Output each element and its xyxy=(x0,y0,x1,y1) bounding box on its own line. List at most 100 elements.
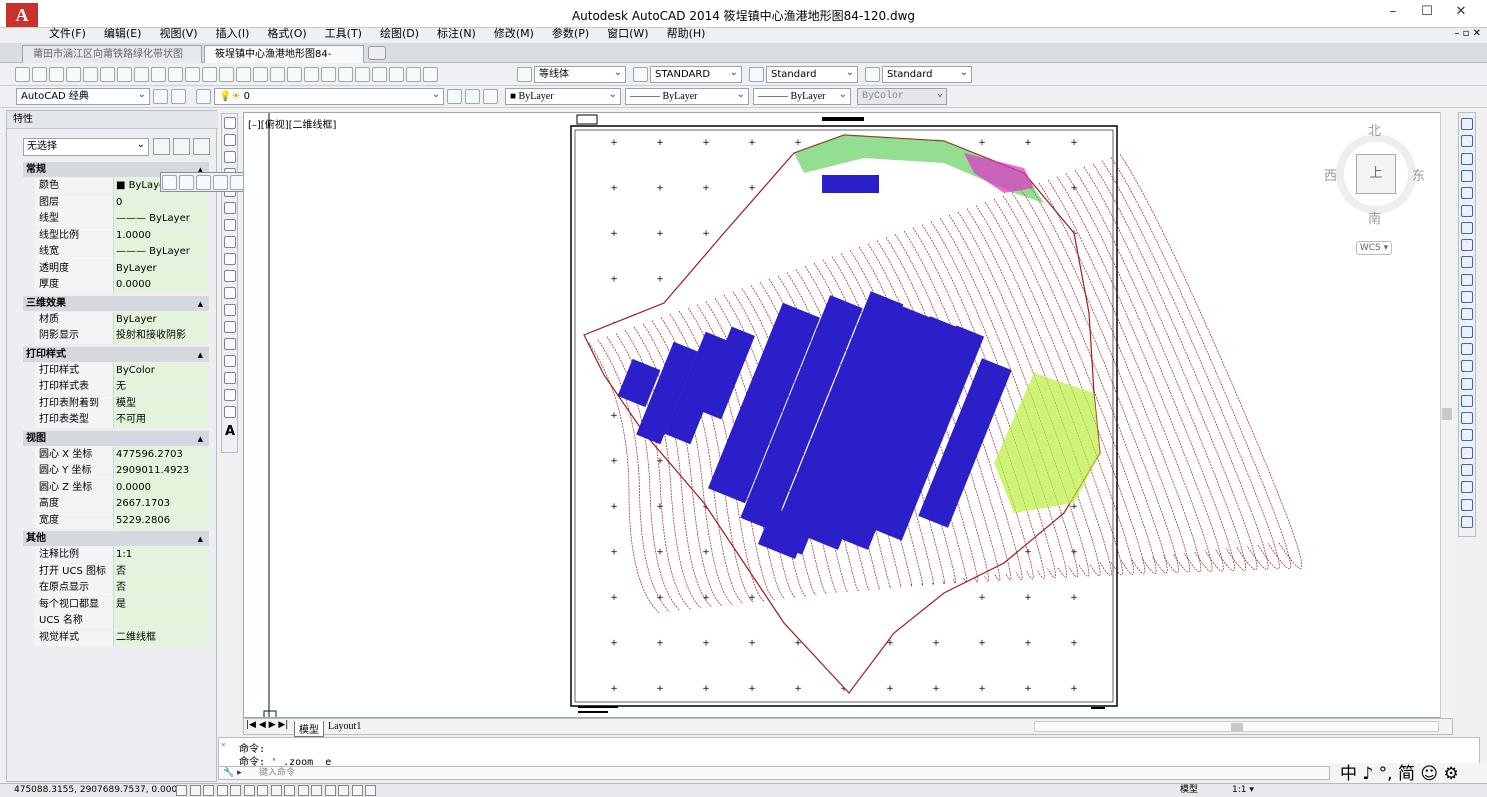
property-row[interactable]: 注释比例 1:1 xyxy=(35,547,209,563)
open-icon[interactable] xyxy=(32,67,47,82)
property-value[interactable]: 不可用 xyxy=(114,412,209,428)
menu-edit[interactable]: 编辑(E) xyxy=(95,26,151,42)
design-center-icon[interactable] xyxy=(338,67,353,82)
mdi-window-controls[interactable]: – ▫ ✕ xyxy=(1454,28,1481,39)
3dosnap-toggle[interactable] xyxy=(257,785,268,796)
mtext-icon[interactable]: A xyxy=(225,424,235,439)
compass-west[interactable]: 西 xyxy=(1324,165,1337,184)
viewcube-face[interactable]: 上 xyxy=(1356,154,1396,194)
property-row[interactable]: 阴影显示 投射和接收阴影 xyxy=(35,328,209,344)
make-current-layer-icon[interactable] xyxy=(447,89,462,104)
section-header[interactable]: 打印样式 xyxy=(23,346,209,363)
property-row[interactable]: UCS 名称 xyxy=(35,613,209,629)
property-row[interactable]: 打印样式 ByColor xyxy=(35,362,209,379)
clean-screen-icon[interactable] xyxy=(171,89,186,104)
ducs-toggle[interactable] xyxy=(284,785,295,796)
gradient-icon[interactable] xyxy=(224,372,236,384)
text-style-select[interactable]: 等线体 xyxy=(534,65,626,83)
ellipse-icon[interactable] xyxy=(224,270,236,282)
close-button[interactable]: ✕ xyxy=(1446,4,1476,22)
property-row[interactable]: 线型比例 1.0000 xyxy=(35,227,209,244)
maximize-button[interactable]: ☐ xyxy=(1412,4,1442,22)
break-at-point-icon[interactable] xyxy=(1461,308,1473,321)
viewcube[interactable]: 上 北 南 东 西 xyxy=(1322,120,1430,228)
property-row[interactable]: 打印表类型 不可用 xyxy=(35,412,209,428)
property-row[interactable]: 材质 ByLayer xyxy=(35,311,209,328)
drawing-canvas[interactable]: + + + + + + + + + + + + + + + + + + + + + + + + + + + + + + + + + + + + + + + +… xyxy=(243,112,1453,720)
mleader-style-select[interactable]: Standard xyxy=(882,65,972,83)
menu-file[interactable]: 文件(F) xyxy=(40,26,95,42)
trim-icon[interactable] xyxy=(1461,273,1473,286)
undo-icon[interactable] xyxy=(219,67,234,82)
layer-select[interactable]: 💡☀ 0 xyxy=(214,87,444,105)
property-row[interactable]: 厚度 0.0000 xyxy=(35,277,209,293)
explode-icon[interactable] xyxy=(1461,412,1473,425)
property-value[interactable]: 否 xyxy=(114,563,209,580)
property-row[interactable]: 高度 2667.1703 xyxy=(35,496,209,512)
property-value[interactable]: ——— ByLayer xyxy=(114,244,209,260)
section-header[interactable]: 其他 xyxy=(23,531,209,547)
pan-icon[interactable] xyxy=(253,67,268,82)
property-row[interactable]: 打印表附着到 模型 xyxy=(35,395,209,412)
menu-modify[interactable]: 修改(M) xyxy=(485,26,543,42)
cut-icon[interactable] xyxy=(134,67,149,82)
draworder-back-icon[interactable] xyxy=(1461,446,1473,459)
menu-dimension[interactable]: 标注(N) xyxy=(428,26,485,42)
grid-toggle[interactable] xyxy=(203,785,214,796)
revision-cloud-icon[interactable] xyxy=(224,236,236,248)
sc-toggle[interactable] xyxy=(351,785,363,796)
tpy-toggle[interactable] xyxy=(324,785,336,796)
viewport-label[interactable]: [–][俯视][二维线框] xyxy=(248,116,336,131)
menu-parametric[interactable]: 参数(P) xyxy=(543,26,598,42)
tab-model[interactable]: 模型 xyxy=(294,721,324,737)
infer-toggle[interactable] xyxy=(176,785,187,796)
insert-block-icon[interactable] xyxy=(224,304,236,316)
hscroll-thumb[interactable] xyxy=(1231,723,1243,731)
section-header[interactable]: 三维效果 xyxy=(23,295,209,312)
hatch-icon[interactable] xyxy=(224,355,236,367)
revolve-icon[interactable] xyxy=(213,175,228,190)
compass-east[interactable]: 东 xyxy=(1412,165,1425,184)
property-value[interactable]: ——— ByLayer xyxy=(114,211,209,227)
command-close-icon[interactable]: ✕ xyxy=(221,740,226,749)
blend-curves-icon[interactable] xyxy=(1461,394,1473,407)
property-value[interactable]: 0.0000 xyxy=(114,479,209,496)
publish-icon[interactable] xyxy=(100,67,115,82)
paste-icon[interactable] xyxy=(168,67,183,82)
stretch-icon[interactable] xyxy=(1461,256,1473,269)
compass-south[interactable]: 南 xyxy=(1368,208,1381,227)
property-row[interactable]: 视觉样式 二维线框 xyxy=(35,629,209,646)
property-row[interactable]: 圆心 Y 坐标 2909011.4923 xyxy=(35,463,209,479)
save-icon[interactable] xyxy=(49,67,64,82)
table-icon[interactable] xyxy=(224,406,236,418)
quick-select-icon[interactable] xyxy=(193,138,210,155)
fillet-icon[interactable] xyxy=(1461,377,1473,390)
redo-icon[interactable] xyxy=(236,67,251,82)
copy-object-icon[interactable] xyxy=(1461,135,1473,148)
property-value[interactable]: 二维线框 xyxy=(114,629,209,646)
property-value[interactable]: ByLayer xyxy=(114,311,209,328)
property-value[interactable]: 否 xyxy=(114,580,209,596)
draworder-below-icon[interactable] xyxy=(1461,481,1473,494)
property-value[interactable]: 1.0000 xyxy=(114,227,209,244)
property-value[interactable]: 无 xyxy=(114,379,209,395)
table-style-icon[interactable] xyxy=(749,67,764,82)
property-value[interactable]: 1:1 xyxy=(114,547,209,563)
ortho-toggle[interactable] xyxy=(216,785,228,796)
construction-line-icon[interactable] xyxy=(224,134,236,146)
qp-toggle[interactable] xyxy=(338,785,349,796)
command-wrench-icon[interactable]: 🔧 ▸ xyxy=(223,767,242,779)
line-icon[interactable] xyxy=(224,117,236,129)
ellipse-arc-icon[interactable] xyxy=(224,287,236,299)
menu-tools[interactable]: 工具(T) xyxy=(316,26,371,42)
scale-icon[interactable] xyxy=(1461,239,1473,252)
menu-help[interactable]: 帮助(H) xyxy=(658,26,715,42)
chamfer-icon[interactable] xyxy=(1461,360,1473,373)
osnap-toggle[interactable] xyxy=(243,785,255,796)
property-row[interactable]: 圆心 Z 坐标 0.0000 xyxy=(35,479,209,496)
tool-palettes-icon[interactable] xyxy=(355,67,370,82)
break-icon[interactable] xyxy=(1461,325,1473,338)
make-block-icon[interactable] xyxy=(224,321,236,333)
color-select[interactable]: ■ ByLayer xyxy=(505,87,621,105)
rotate-icon[interactable] xyxy=(1461,221,1473,234)
